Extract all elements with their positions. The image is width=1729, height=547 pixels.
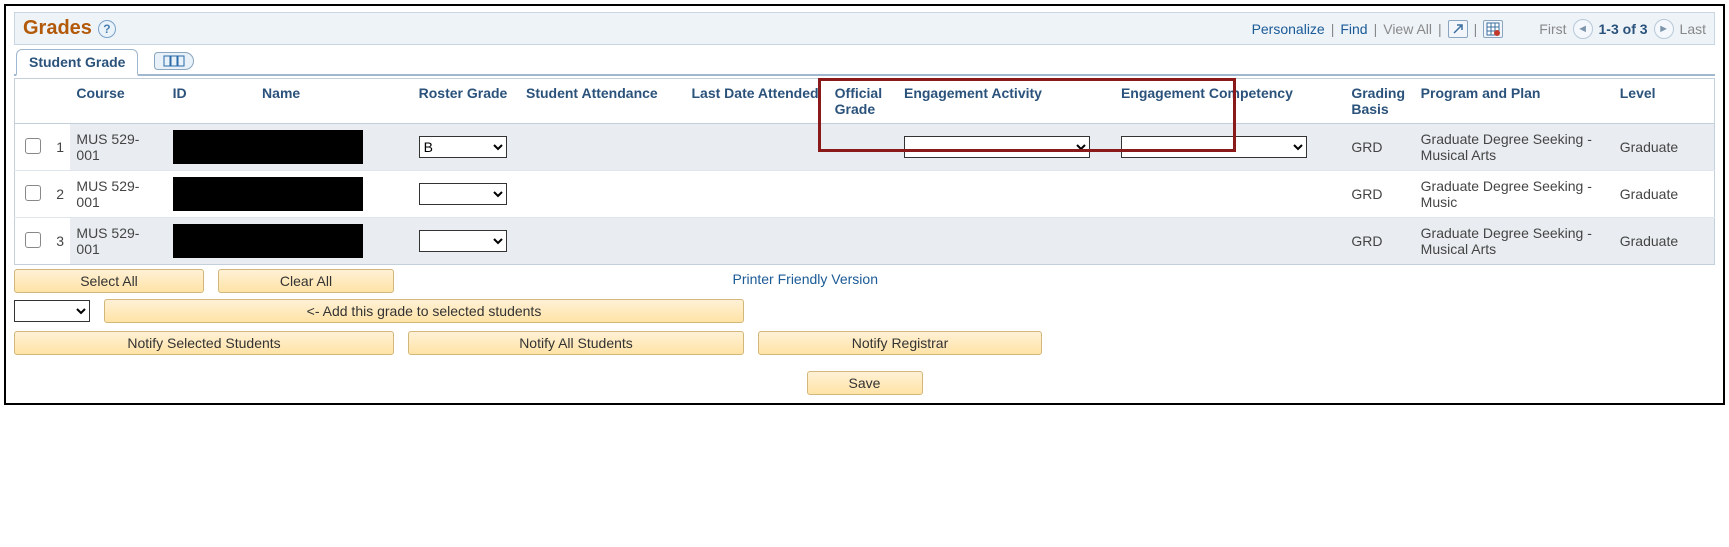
clear-all-button[interactable]: Clear All (218, 269, 394, 293)
cell-course: MUS 529-001 (70, 171, 166, 218)
cell-level: Graduate (1614, 124, 1715, 171)
table-row: 1MUS 529-001 B GRDGraduate Degree Seeking … (15, 124, 1715, 171)
printer-friendly-link[interactable]: Printer Friendly Version (732, 271, 878, 287)
cell-course: MUS 529-001 (70, 124, 166, 171)
th-program-plan[interactable]: Program and Plan (1415, 79, 1614, 124)
cell-basis: GRD (1345, 218, 1414, 265)
row-number: 1 (50, 124, 70, 171)
cell-level: Graduate (1614, 218, 1715, 265)
th-level[interactable]: Level (1614, 79, 1715, 124)
help-icon[interactable]: ? (98, 20, 116, 38)
engagement-activity-select[interactable] (904, 136, 1090, 158)
tab-student-grade[interactable]: Student Grade (16, 49, 138, 76)
cell-plan: Graduate Degree Seeking - Music (1415, 171, 1614, 218)
separator: | (1374, 21, 1378, 37)
redacted-name (173, 224, 363, 258)
roster-grade-select[interactable] (419, 230, 507, 252)
engagement-competency-select[interactable] (1121, 136, 1307, 158)
th-eng-competency[interactable]: Engagement Competency (1115, 79, 1345, 124)
bulk-grade-select[interactable] (14, 300, 90, 322)
expand-columns-icon[interactable] (154, 52, 194, 70)
roster-grade-select[interactable] (419, 183, 507, 205)
nav-first[interactable]: First (1539, 21, 1566, 37)
nav-next-icon[interactable]: ► (1654, 19, 1674, 39)
separator: | (1331, 21, 1335, 37)
th-official-grade[interactable]: Official Grade (829, 79, 898, 124)
view-all-link[interactable]: View All (1383, 21, 1432, 37)
page-title: Grades (23, 17, 92, 40)
save-button[interactable]: Save (807, 371, 923, 395)
cell-level: Graduate (1614, 171, 1715, 218)
table-row: 3MUS 529-001 GRDGraduate Degree Seeking -… (15, 218, 1715, 265)
nav-last[interactable]: Last (1680, 21, 1706, 37)
cell-basis: GRD (1345, 171, 1414, 218)
personalize-link[interactable]: Personalize (1252, 21, 1325, 37)
select-all-button[interactable]: Select All (14, 269, 204, 293)
th-roster-grade[interactable]: Roster Grade (413, 79, 520, 124)
find-link[interactable]: Find (1340, 21, 1367, 37)
th-last-date[interactable]: Last Date Attended (686, 79, 829, 124)
cell-plan: Graduate Degree Seeking - Musical Arts (1415, 124, 1614, 171)
redacted-name (173, 177, 363, 211)
add-grade-button[interactable]: <- Add this grade to selected students (104, 299, 744, 323)
th-grading-basis[interactable]: Grading Basis (1345, 79, 1414, 124)
cell-basis: GRD (1345, 124, 1414, 171)
table-row: 2MUS 529-001 GRDGraduate Degree Seeking -… (15, 171, 1715, 218)
notify-all-button[interactable]: Notify All Students (408, 331, 744, 355)
th-name[interactable]: Name (256, 79, 413, 124)
zoom-icon[interactable] (1448, 20, 1468, 38)
row-checkbox[interactable] (25, 185, 41, 201)
download-icon[interactable] (1483, 20, 1503, 38)
roster-grade-select[interactable]: B (419, 136, 507, 158)
cell-course: MUS 529-001 (70, 218, 166, 265)
separator: | (1438, 21, 1442, 37)
th-course[interactable]: Course (70, 79, 166, 124)
roster-table: Course ID Name Roster Grade Student Atte… (14, 78, 1715, 265)
notify-selected-button[interactable]: Notify Selected Students (14, 331, 394, 355)
notify-registrar-button[interactable]: Notify Registrar (758, 331, 1042, 355)
row-number: 2 (50, 171, 70, 218)
th-eng-activity[interactable]: Engagement Activity (898, 79, 1115, 124)
cell-plan: Graduate Degree Seeking - Musical Arts (1415, 218, 1614, 265)
row-checkbox[interactable] (25, 232, 41, 248)
row-number: 3 (50, 218, 70, 265)
nav-range: 1-3 of 3 (1599, 21, 1648, 37)
nav-prev-icon[interactable]: ◄ (1573, 19, 1593, 39)
row-checkbox[interactable] (25, 138, 41, 154)
redacted-name (173, 130, 363, 164)
th-id[interactable]: ID (167, 79, 256, 124)
th-attendance[interactable]: Student Attendance (520, 79, 686, 124)
separator: | (1474, 21, 1478, 37)
